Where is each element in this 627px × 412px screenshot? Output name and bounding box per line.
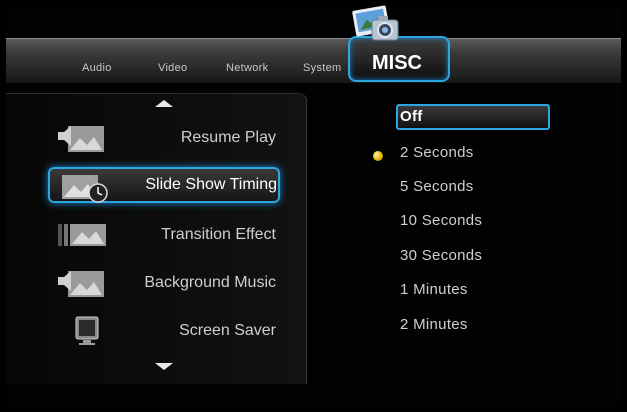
option-5-seconds[interactable]: 5 Seconds — [400, 178, 474, 195]
menu-item-label: Transition Effect — [161, 226, 276, 243]
monitor-icon — [75, 316, 99, 345]
tab-audio[interactable]: Audio — [82, 62, 112, 74]
tab-misc-label: MISC — [372, 52, 422, 74]
menu-item-label: Background Music — [144, 274, 276, 291]
menu-item-slide-show-timing[interactable]: Slide Show Timing — [48, 167, 280, 203]
menu-item-resume-play[interactable]: Resume Play — [48, 120, 280, 156]
photo-camera-icon — [352, 5, 399, 41]
tab-video[interactable]: Video — [158, 62, 187, 74]
option-30-seconds[interactable]: 30 Seconds — [400, 247, 482, 264]
menu-item-label: Screen Saver — [179, 322, 276, 339]
option-10-seconds[interactable]: 10 Seconds — [400, 212, 482, 229]
photo-speaker-icon — [58, 271, 104, 297]
menu-item-screen-saver[interactable]: Screen Saver — [48, 313, 280, 349]
menu-item-label: Resume Play — [180, 129, 276, 146]
tab-bar — [6, 38, 621, 83]
current-selection-bullet-icon — [373, 151, 383, 161]
photo-clock-icon — [62, 175, 108, 203]
option-off[interactable]: Off — [400, 108, 423, 125]
scroll-down-arrow-icon[interactable] — [155, 363, 173, 370]
tab-network[interactable]: Network — [226, 62, 268, 74]
menu-item-label: Slide Show Timing — [145, 176, 277, 193]
photo-transition-icon — [58, 224, 106, 246]
option-1-minutes[interactable]: 1 Minutes — [400, 281, 468, 298]
menu-item-background-music[interactable]: Background Music — [48, 265, 280, 301]
photo-speaker-icon — [58, 126, 104, 152]
scroll-up-arrow-icon[interactable] — [155, 100, 173, 107]
tab-system[interactable]: System — [303, 62, 341, 74]
option-2-seconds[interactable]: 2 Seconds — [400, 144, 474, 161]
menu-item-transition-effect[interactable]: Transition Effect — [48, 217, 280, 253]
option-2-minutes[interactable]: 2 Minutes — [400, 316, 468, 333]
